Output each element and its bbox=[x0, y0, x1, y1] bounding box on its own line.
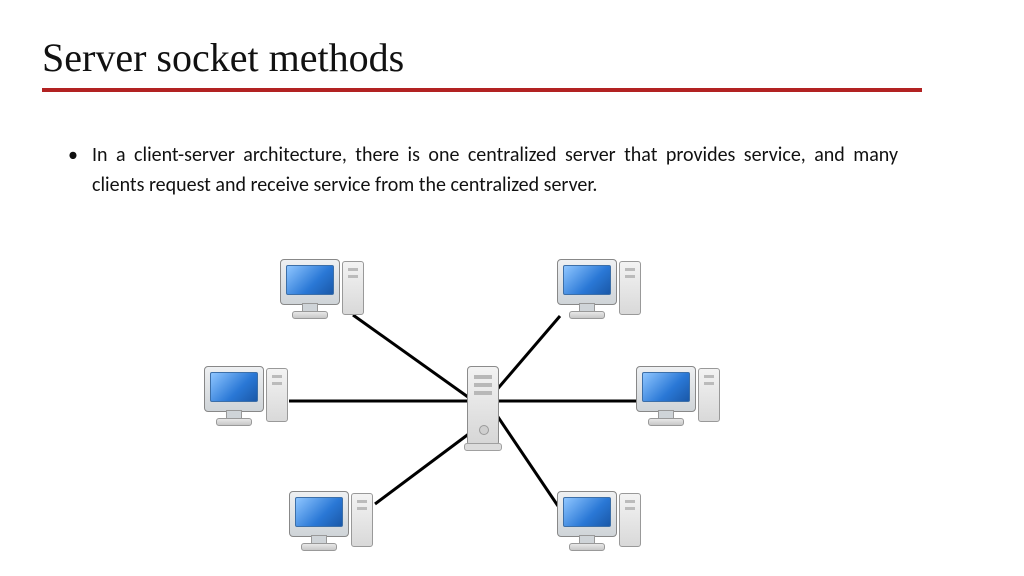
monitor-icon bbox=[557, 259, 617, 305]
tower-icon bbox=[351, 493, 373, 547]
client-mid-right bbox=[636, 366, 720, 432]
tower-icon bbox=[266, 368, 288, 422]
tower-icon bbox=[619, 261, 641, 315]
central-server bbox=[467, 366, 499, 446]
client-mid-left bbox=[204, 366, 288, 432]
screen-icon bbox=[563, 497, 611, 527]
tower-icon bbox=[342, 261, 364, 315]
client-top-right bbox=[557, 259, 641, 325]
tower-icon bbox=[698, 368, 720, 422]
screen-icon bbox=[563, 265, 611, 295]
client-bottom-right bbox=[557, 491, 641, 557]
monitor-base bbox=[648, 418, 684, 426]
screen-icon bbox=[642, 372, 690, 402]
monitor-icon bbox=[289, 491, 349, 537]
monitor-base bbox=[569, 543, 605, 551]
client-bottom-left bbox=[289, 491, 373, 557]
screen-icon bbox=[210, 372, 258, 402]
slide: Server socket methods • In a client-serv… bbox=[0, 0, 1024, 576]
monitor-base bbox=[569, 311, 605, 319]
monitor-base bbox=[292, 311, 328, 319]
monitor-icon bbox=[204, 366, 264, 412]
monitor-icon bbox=[636, 366, 696, 412]
power-button-icon bbox=[479, 425, 489, 435]
client-top-left bbox=[280, 259, 364, 325]
tower-icon bbox=[619, 493, 641, 547]
monitor-base bbox=[301, 543, 337, 551]
screen-icon bbox=[295, 497, 343, 527]
monitor-base bbox=[216, 418, 252, 426]
monitor-icon bbox=[557, 491, 617, 537]
monitor-icon bbox=[280, 259, 340, 305]
network-diagram bbox=[0, 0, 1024, 576]
screen-icon bbox=[286, 265, 334, 295]
